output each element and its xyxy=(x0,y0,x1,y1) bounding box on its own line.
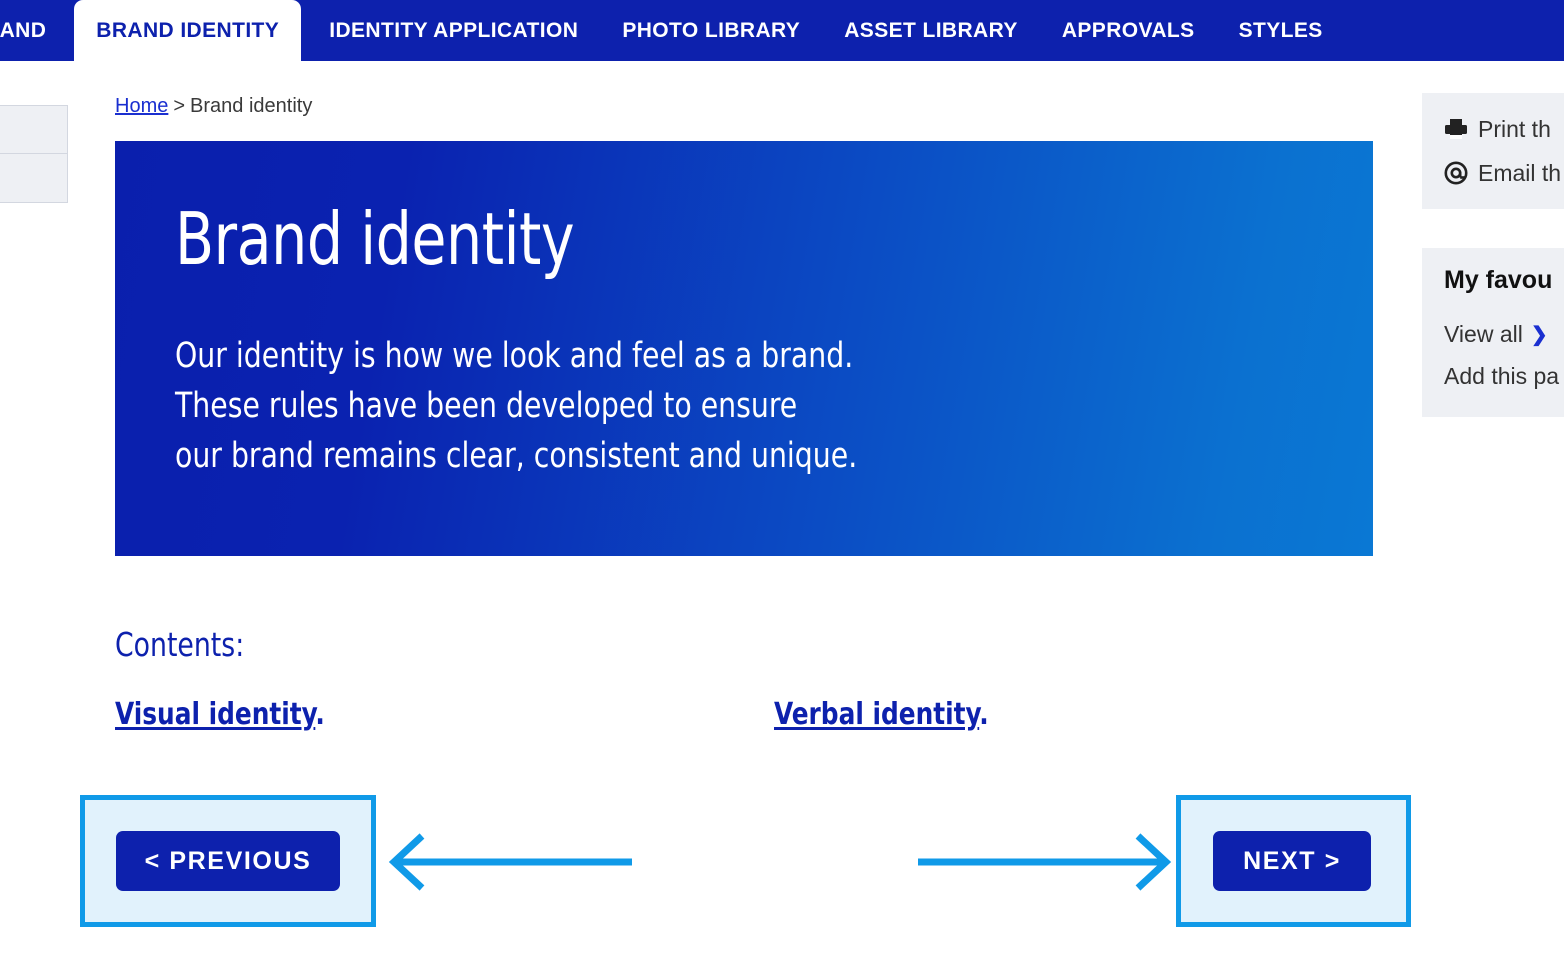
hero-banner: Brand identity Our identity is how we lo… xyxy=(115,141,1373,556)
nav-tab-identity-application[interactable]: IDENTITY APPLICATION xyxy=(307,0,600,61)
sidebar-action-email[interactable]: Email th xyxy=(1444,151,1564,195)
contents-heading: Contents: xyxy=(115,625,245,664)
at-sign-icon xyxy=(1444,161,1478,185)
sidebar-action-email-label: Email th xyxy=(1478,159,1562,186)
hero-description-line: our brand remains clear, consistent and … xyxy=(175,436,858,476)
sidebar-action-print[interactable]: Print th xyxy=(1444,107,1564,151)
contents-link-visual-identity-anchor[interactable]: Visual identity xyxy=(115,697,315,732)
favourites-view-all-label: View all xyxy=(1444,320,1523,347)
left-side-panel xyxy=(0,105,68,203)
nav-tab-brand[interactable]: RAND xyxy=(0,0,68,61)
nav-tab-styles[interactable]: STYLES xyxy=(1217,0,1345,61)
sidebar-page-actions: Print th Email th xyxy=(1422,93,1564,209)
printer-icon xyxy=(1444,118,1478,140)
hero-description-line: Our identity is how we look and feel as … xyxy=(175,336,854,376)
sidebar-action-print-label: Print th xyxy=(1478,115,1551,142)
breadcrumb-home-link[interactable]: Home xyxy=(115,95,168,117)
top-navigation-bar: RAND BRAND IDENTITY IDENTITY APPLICATION… xyxy=(0,0,1564,61)
favourites-title: My favou xyxy=(1444,266,1553,294)
annotation-arrow-right xyxy=(916,828,1176,901)
chevron-right-icon: ❯ xyxy=(1530,323,1548,346)
sidebar-favourites-panel: My favou View all ❯ Add this pa xyxy=(1422,248,1564,417)
next-button[interactable]: NEXT > xyxy=(1213,831,1371,891)
left-panel-row[interactable] xyxy=(0,106,67,154)
contents-link-verbal-identity-anchor[interactable]: Verbal identity xyxy=(774,697,979,732)
left-panel-row[interactable] xyxy=(0,154,67,202)
breadcrumb-current: Brand identity xyxy=(190,95,313,117)
previous-button[interactable]: < PREVIOUS xyxy=(116,831,340,891)
nav-tab-brand-identity[interactable]: BRAND IDENTITY xyxy=(74,0,302,61)
nav-tab-asset-library[interactable]: ASSET LIBRARY xyxy=(822,0,1040,61)
favourites-view-all[interactable]: View all ❯ xyxy=(1444,313,1564,355)
contents-link-verbal-identity-period: . xyxy=(979,697,989,732)
contents-link-visual-identity: Visual identity. xyxy=(115,697,325,732)
hero-description-line: These rules have been developed to ensur… xyxy=(175,386,798,426)
hero-description: Our identity is how we look and feel as … xyxy=(175,331,857,481)
breadcrumb-separator: > xyxy=(173,95,186,117)
breadcrumb: Home > Brand identity xyxy=(115,95,312,118)
nav-tab-photo-library[interactable]: PHOTO LIBRARY xyxy=(600,0,822,61)
contents-link-visual-identity-period: . xyxy=(315,697,325,732)
favourites-add-page-label: Add this pa xyxy=(1444,362,1560,389)
nav-tab-approvals[interactable]: APPROVALS xyxy=(1040,0,1217,61)
annotation-arrow-left xyxy=(384,828,634,901)
favourites-add-page[interactable]: Add this pa xyxy=(1444,355,1564,397)
contents-link-verbal-identity: Verbal identity. xyxy=(774,697,989,732)
page-title: Brand identity xyxy=(175,197,575,281)
